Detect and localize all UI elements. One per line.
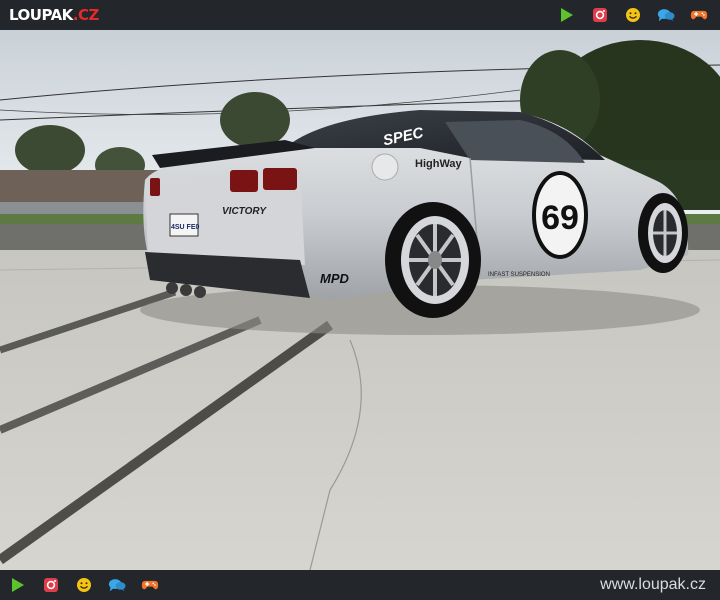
- license-plate-text: 4SU FE0: [171, 224, 200, 231]
- top-nav-icons: [558, 6, 708, 24]
- gamepad-icon[interactable]: [141, 576, 159, 594]
- chat-icon[interactable]: [657, 6, 675, 24]
- bottom-bar: www.loupak.cz: [0, 570, 720, 600]
- play-icon[interactable]: [9, 576, 27, 594]
- race-number: 69: [541, 199, 579, 237]
- rear-wheel: [385, 202, 481, 318]
- gamepad-icon[interactable]: [690, 6, 708, 24]
- instagram-icon[interactable]: [591, 6, 609, 24]
- bottom-nav-icons: [9, 576, 159, 594]
- photo-car: SPEC HighWay 69 VICTORY MPD INFAST SUSPE…: [0, 30, 720, 570]
- instagram-icon[interactable]: [42, 576, 60, 594]
- site-logo[interactable]: LOUPAK.CZ: [9, 6, 99, 24]
- chat-icon[interactable]: [108, 576, 126, 594]
- smiley-icon[interactable]: [624, 6, 642, 24]
- suspension-sticker: INFAST SUSPENSION: [488, 272, 550, 278]
- front-wheel: [638, 193, 688, 273]
- rear-brand: MPD: [320, 271, 350, 286]
- site-url[interactable]: www.loupak.cz: [600, 576, 706, 594]
- play-icon[interactable]: [558, 6, 576, 24]
- logo-name: LOUPAK: [9, 6, 73, 24]
- side-sticker: HighWay: [415, 158, 463, 170]
- logo-tld: .CZ: [72, 6, 100, 24]
- smiley-icon[interactable]: [75, 576, 93, 594]
- top-bar: LOUPAK.CZ: [0, 0, 720, 30]
- bumper-sticker: VICTORY: [222, 206, 267, 217]
